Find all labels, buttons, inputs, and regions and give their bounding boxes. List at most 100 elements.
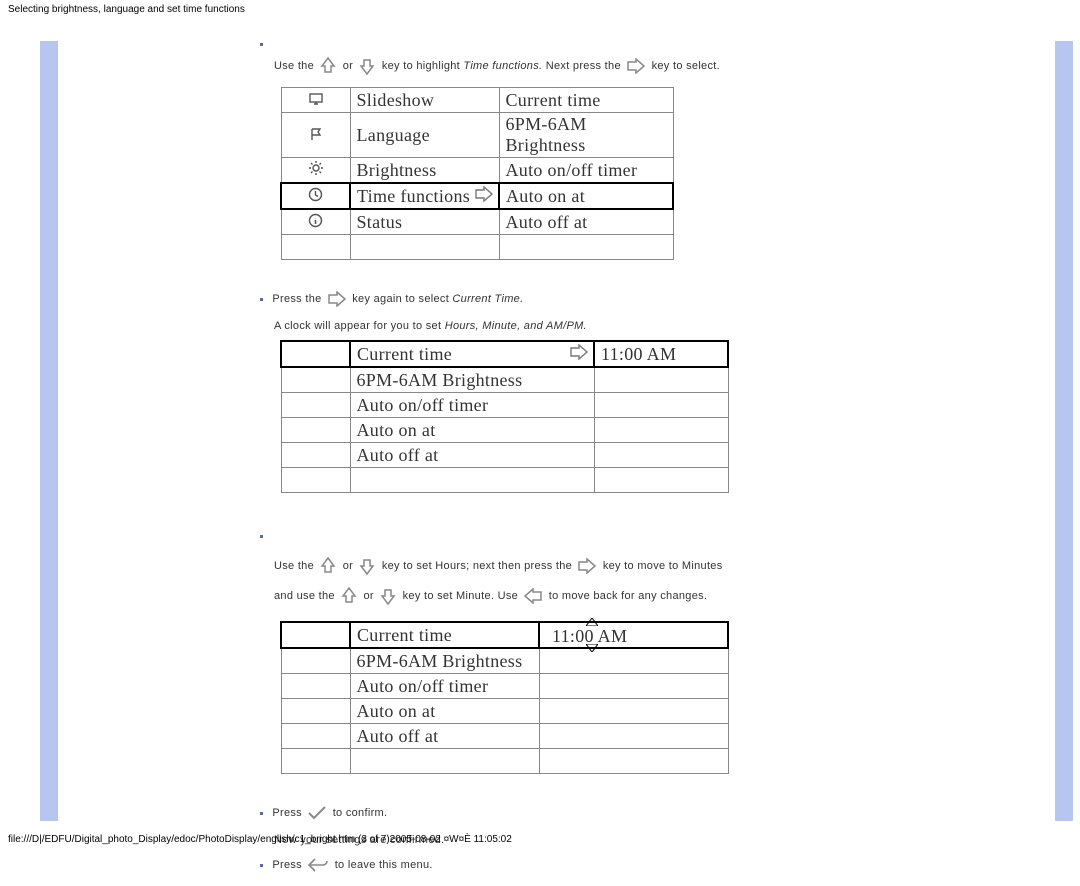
arrow-up-icon (319, 56, 337, 76)
instruction-5: Press to leave this menu. (260, 854, 870, 876)
menu3-row: Auto on at (281, 699, 728, 724)
arrow-down-icon (358, 56, 376, 76)
arrow-right-icon (569, 344, 589, 365)
menu3-value (539, 648, 728, 674)
term-current-time: Current Time. (452, 293, 523, 305)
sun-icon (281, 158, 350, 184)
term-hours-minutes-ampm: Hours, Minute, and AM/PM. (445, 320, 587, 332)
info-icon (281, 209, 350, 235)
menu1-label: Slideshow (350, 88, 499, 113)
content-area: Use the or key to highlight Time functio… (260, 19, 870, 876)
menu3-row: Auto off at (281, 724, 728, 749)
blank-cell (281, 418, 350, 443)
menu1-value: Auto on at (499, 183, 673, 209)
text: A clock will appear for you to set (274, 320, 441, 332)
menu1-value: Auto on/off timer (499, 158, 673, 184)
menu1-row: StatusAuto off at (281, 209, 673, 235)
page-header-title: Selecting brightness, language and set t… (0, 0, 1080, 19)
arrow-down-icon (379, 586, 397, 606)
menu3-label: Current time (350, 622, 539, 648)
blank-cell (281, 341, 350, 367)
blank-cell (281, 443, 350, 468)
menu2-value (594, 367, 728, 393)
blank-cell (281, 393, 350, 418)
menu1-value: Auto off at (499, 209, 673, 235)
blank-cell (281, 699, 350, 724)
text: key to select. (652, 60, 720, 72)
slideshow-icon (281, 88, 350, 113)
menu1-row-blank (281, 235, 673, 260)
bullet-icon (260, 812, 263, 815)
arrow-right-icon (577, 558, 597, 574)
text: key to set Minute. Use (403, 590, 518, 602)
menu1-value: 6PM-6AM Brightness (499, 113, 673, 158)
menu2-row: Current time11:00 AM (281, 341, 728, 367)
bullet-icon (260, 864, 263, 867)
triangle-up-icon (586, 618, 598, 626)
instruction-3: Use the or key to set Hours; next then p… (260, 521, 870, 611)
text: Use the (274, 560, 314, 572)
menu3-value (539, 674, 728, 699)
menu2-value (594, 393, 728, 418)
menu1-value: Current time (499, 88, 673, 113)
menu2-value (594, 443, 728, 468)
menu2-value: 11:00 AM (594, 341, 728, 367)
blank-cell (281, 648, 350, 674)
menu2-label: 6PM-6AM Brightness (350, 367, 594, 393)
menu2-row: Auto off at (281, 443, 728, 468)
bullet-icon (260, 298, 263, 301)
arrow-left-icon (523, 588, 543, 604)
arrow-up-icon (319, 556, 337, 576)
text: or (343, 560, 353, 572)
blank-cell (281, 622, 350, 648)
text: key again to select (352, 293, 449, 305)
text: to leave this menu. (335, 859, 433, 871)
menu3-label: Auto on/off timer (350, 674, 539, 699)
blank-cell (281, 724, 350, 749)
menu1-label: Time functions (350, 183, 499, 209)
menu1-label: Language (350, 113, 499, 158)
menu-table-1: SlideshowCurrent timeLanguage6PM-6AM Bri… (280, 87, 674, 260)
text: and use the (274, 590, 335, 602)
back-icon (307, 857, 329, 873)
arrow-up-icon (340, 586, 358, 606)
menu2-label: Auto off at (350, 443, 594, 468)
arrow-down-icon (358, 556, 376, 576)
text: Press (272, 859, 302, 871)
text: Press (272, 807, 302, 819)
menu1-label: Status (350, 209, 499, 235)
menu2-label: Current time (350, 341, 594, 367)
term-time-functions: Time functions. (463, 60, 542, 72)
menu3-value: 11:00 AM (539, 622, 728, 648)
text: key to set Hours; next then press the (382, 560, 572, 572)
arrow-right-icon (327, 291, 347, 307)
menu2-label: Auto on at (350, 418, 594, 443)
menu1-row: SlideshowCurrent time (281, 88, 673, 113)
blank-cell (281, 367, 350, 393)
menu3-label: 6PM-6AM Brightness (350, 648, 539, 674)
menu3-row: Current time11:00 AM (281, 622, 728, 648)
menu1-label: Brightness (350, 158, 499, 184)
menu2-row: 6PM-6AM Brightness (281, 367, 728, 393)
text: Use the (274, 60, 314, 72)
clock-icon (281, 183, 350, 209)
menu3-value (539, 724, 728, 749)
menu1-row: Time functionsAuto on at (281, 183, 673, 209)
text: Next press the (546, 60, 621, 72)
arrow-right-icon (626, 58, 646, 74)
flag-icon (281, 113, 350, 158)
text: to move back for any changes. (549, 590, 708, 602)
instruction-2: Press the key again to select Current Ti… (260, 288, 870, 310)
instruction-4: Press to confirm. (260, 802, 870, 824)
menu3-row: 6PM-6AM Brightness (281, 648, 728, 674)
decorative-stripe-left (40, 41, 58, 821)
menu2-row: Auto on/off timer (281, 393, 728, 418)
menu2-value (594, 418, 728, 443)
page: Use the or key to highlight Time functio… (0, 19, 1080, 876)
menu2-row: Auto on at (281, 418, 728, 443)
menu3-label: Auto on at (350, 699, 539, 724)
menu3-row-blank (281, 749, 728, 774)
menu3-row: Auto on/off timer (281, 674, 728, 699)
menu3-value (539, 699, 728, 724)
menu2-row-blank (281, 468, 728, 493)
